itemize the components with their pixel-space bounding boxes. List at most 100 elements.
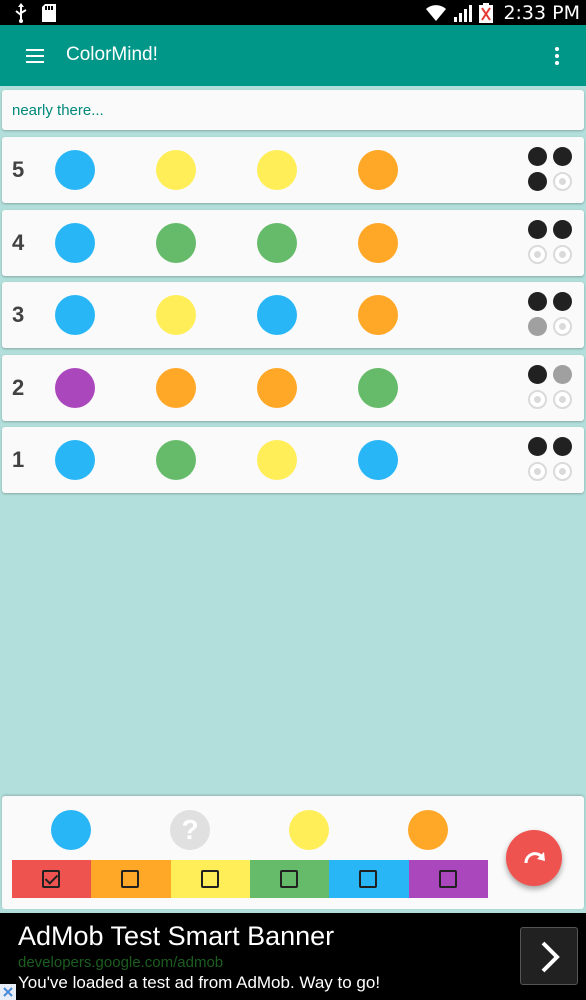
guess-number: 2 [12,374,25,400]
peg-yellow [257,150,297,190]
usb-icon [15,3,27,23]
guess-row: 5 [2,137,584,203]
guess-row: 1 [2,427,584,493]
feedback-pegs [528,219,576,266]
feedback-peg-black [528,364,547,384]
ad-close-button[interactable] [0,984,16,1000]
wifi-icon [426,4,447,21]
peg-green [257,222,297,263]
guess-number: 4 [12,229,25,255]
status-time: 2:33 PM [503,1,580,24]
feedback-peg-empty [528,244,547,264]
guess-slot-yellow[interactable] [289,810,329,850]
palette-checkbox[interactable] [279,870,298,888]
peg-orange [257,367,297,408]
guess-row: 2 [2,354,584,421]
feedback-peg-empty [553,317,572,336]
palette-blue[interactable] [329,860,409,898]
feedback-peg-empty [528,462,547,481]
app-bar: ColorMind! [0,25,586,86]
feedback-peg-black [553,437,572,456]
feedback-pegs [528,147,576,193]
feedback-peg-black [553,292,572,311]
feedback-peg-black [553,147,572,166]
menu-icon [26,49,44,63]
hint-card: nearly there... [2,90,584,130]
peg-orange [358,222,398,263]
feedback-peg-black [528,172,547,191]
peg-green [156,440,196,480]
guess-slot-unknown[interactable]: ? [170,810,210,850]
signal-icon [454,4,473,22]
palette-checkbox[interactable] [200,870,219,888]
ad-open-button[interactable] [520,927,578,985]
feedback-pegs [528,437,576,483]
feedback-peg-white [528,317,547,336]
feedback-peg-black [528,147,547,166]
more-vert-icon [555,47,559,65]
peg-yellow [156,150,196,190]
feedback-peg-black [553,219,572,239]
palette-red[interactable] [12,860,92,898]
ad-url[interactable]: developers.google.com/admob [18,954,223,971]
status-bar: 2:33 PM [0,0,586,25]
overflow-menu-button[interactable] [540,41,574,71]
sd-card-icon [42,4,56,22]
guess-number: 5 [12,157,25,182]
menu-button[interactable] [14,41,56,71]
palette-purple[interactable] [408,860,488,898]
peg-yellow [257,440,297,480]
peg-yellow [156,295,196,335]
palette-yellow[interactable] [170,860,250,898]
status-left [14,3,56,23]
guess-number: 1 [12,447,25,472]
ad-banner[interactable]: AdMob Test Smart Banner developers.googl… [0,913,586,1000]
feedback-peg-white [553,364,572,384]
feedback-pegs [528,364,576,411]
guess-number: 3 [12,302,25,327]
feedback-peg-empty [553,389,572,409]
palette-green[interactable] [249,860,330,898]
peg-green [156,222,196,263]
app-title: ColorMind! [66,44,158,65]
peg-blue [55,150,95,190]
palette-checkbox[interactable] [359,870,378,888]
battery-icon [479,2,494,23]
guess-row: 4 [2,209,584,276]
feedback-peg-black [528,292,547,311]
feedback-peg-black [528,219,547,239]
close-icon [3,987,13,997]
ad-title: AdMob Test Smart Banner [18,921,335,951]
palette-checkbox[interactable] [438,870,457,888]
peg-blue [257,295,297,335]
peg-blue [55,440,95,480]
feedback-peg-empty [528,389,547,409]
palette-orange[interactable] [91,860,171,898]
feedback-peg-empty [553,462,572,481]
guess-row: 3 [2,282,584,348]
peg-blue [358,440,398,480]
guess-input-panel: ? [2,796,584,909]
hint-message: nearly there... [12,102,104,119]
guess-slot-orange[interactable] [408,810,448,850]
peg-orange [358,150,398,190]
ad-text: You've loaded a test ad from AdMob. Way … [18,973,381,992]
peg-orange [156,367,196,408]
peg-green [358,367,398,408]
palette-checkbox[interactable] [42,870,60,888]
feedback-peg-empty [553,244,572,264]
peg-blue [55,222,95,263]
feedback-peg-black [528,437,547,456]
feedback-peg-empty [553,172,572,191]
redo-icon [524,852,545,864]
peg-blue [55,295,95,335]
color-palette [12,860,488,898]
palette-checkbox[interactable] [121,870,140,888]
status-right: 2:33 PM [425,0,580,25]
peg-orange [358,295,398,335]
chevron-right-icon [541,941,560,973]
guess-slot-blue[interactable] [51,810,91,850]
feedback-pegs [528,292,576,338]
peg-purple [55,367,95,408]
submit-guess-button[interactable] [506,830,562,886]
